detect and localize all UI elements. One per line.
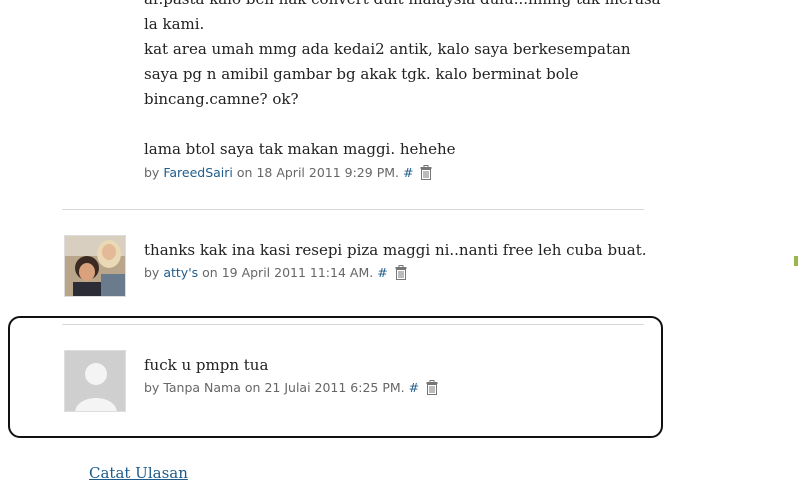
comment-author-link[interactable]: FareedSairi	[163, 165, 233, 180]
comment-line: bincang.camne? ok?	[144, 90, 299, 108]
comment-body: thanks kak ina kasi resepi piza maggi ni…	[144, 238, 647, 263]
comment-permalink[interactable]: #	[377, 265, 387, 280]
comment-permalink[interactable]: #	[403, 165, 413, 180]
comment-line	[144, 112, 661, 137]
edge-mark	[794, 256, 798, 266]
comment-line: saya pg n amibil gambar bg akak tgk. kal…	[144, 65, 579, 83]
comment-line: ar.pasta kalo beli nak convert duit mala…	[144, 0, 661, 12]
highlight-box	[8, 316, 663, 438]
comment-separator	[62, 209, 644, 210]
avatar[interactable]	[64, 235, 126, 297]
comment-date: 19 April 2011 11:14 AM.	[221, 265, 374, 280]
comment-meta: by atty's on 19 April 2011 11:14 AM. #	[144, 265, 407, 283]
comment-date: 18 April 2011 9:29 PM.	[256, 165, 399, 180]
trash-icon[interactable]	[395, 265, 407, 283]
comment-line: kat area umah mmg ada kedai2 antik, kalo…	[144, 40, 631, 58]
comment-line: la kami.	[144, 15, 205, 33]
comment-line: lama btol saya tak makan maggi. hehehe	[144, 140, 456, 158]
trash-icon[interactable]	[420, 165, 432, 183]
comment-line: thanks kak ina kasi resepi piza maggi ni…	[144, 241, 647, 259]
comment-author-link[interactable]: atty's	[163, 265, 198, 280]
comment-body: ar.pasta kalo beli nak convert duit mala…	[144, 0, 661, 162]
comment-meta: by FareedSairi on 18 April 2011 9:29 PM.…	[144, 165, 432, 183]
post-comment-link[interactable]: Catat Ulasan	[89, 464, 188, 482]
